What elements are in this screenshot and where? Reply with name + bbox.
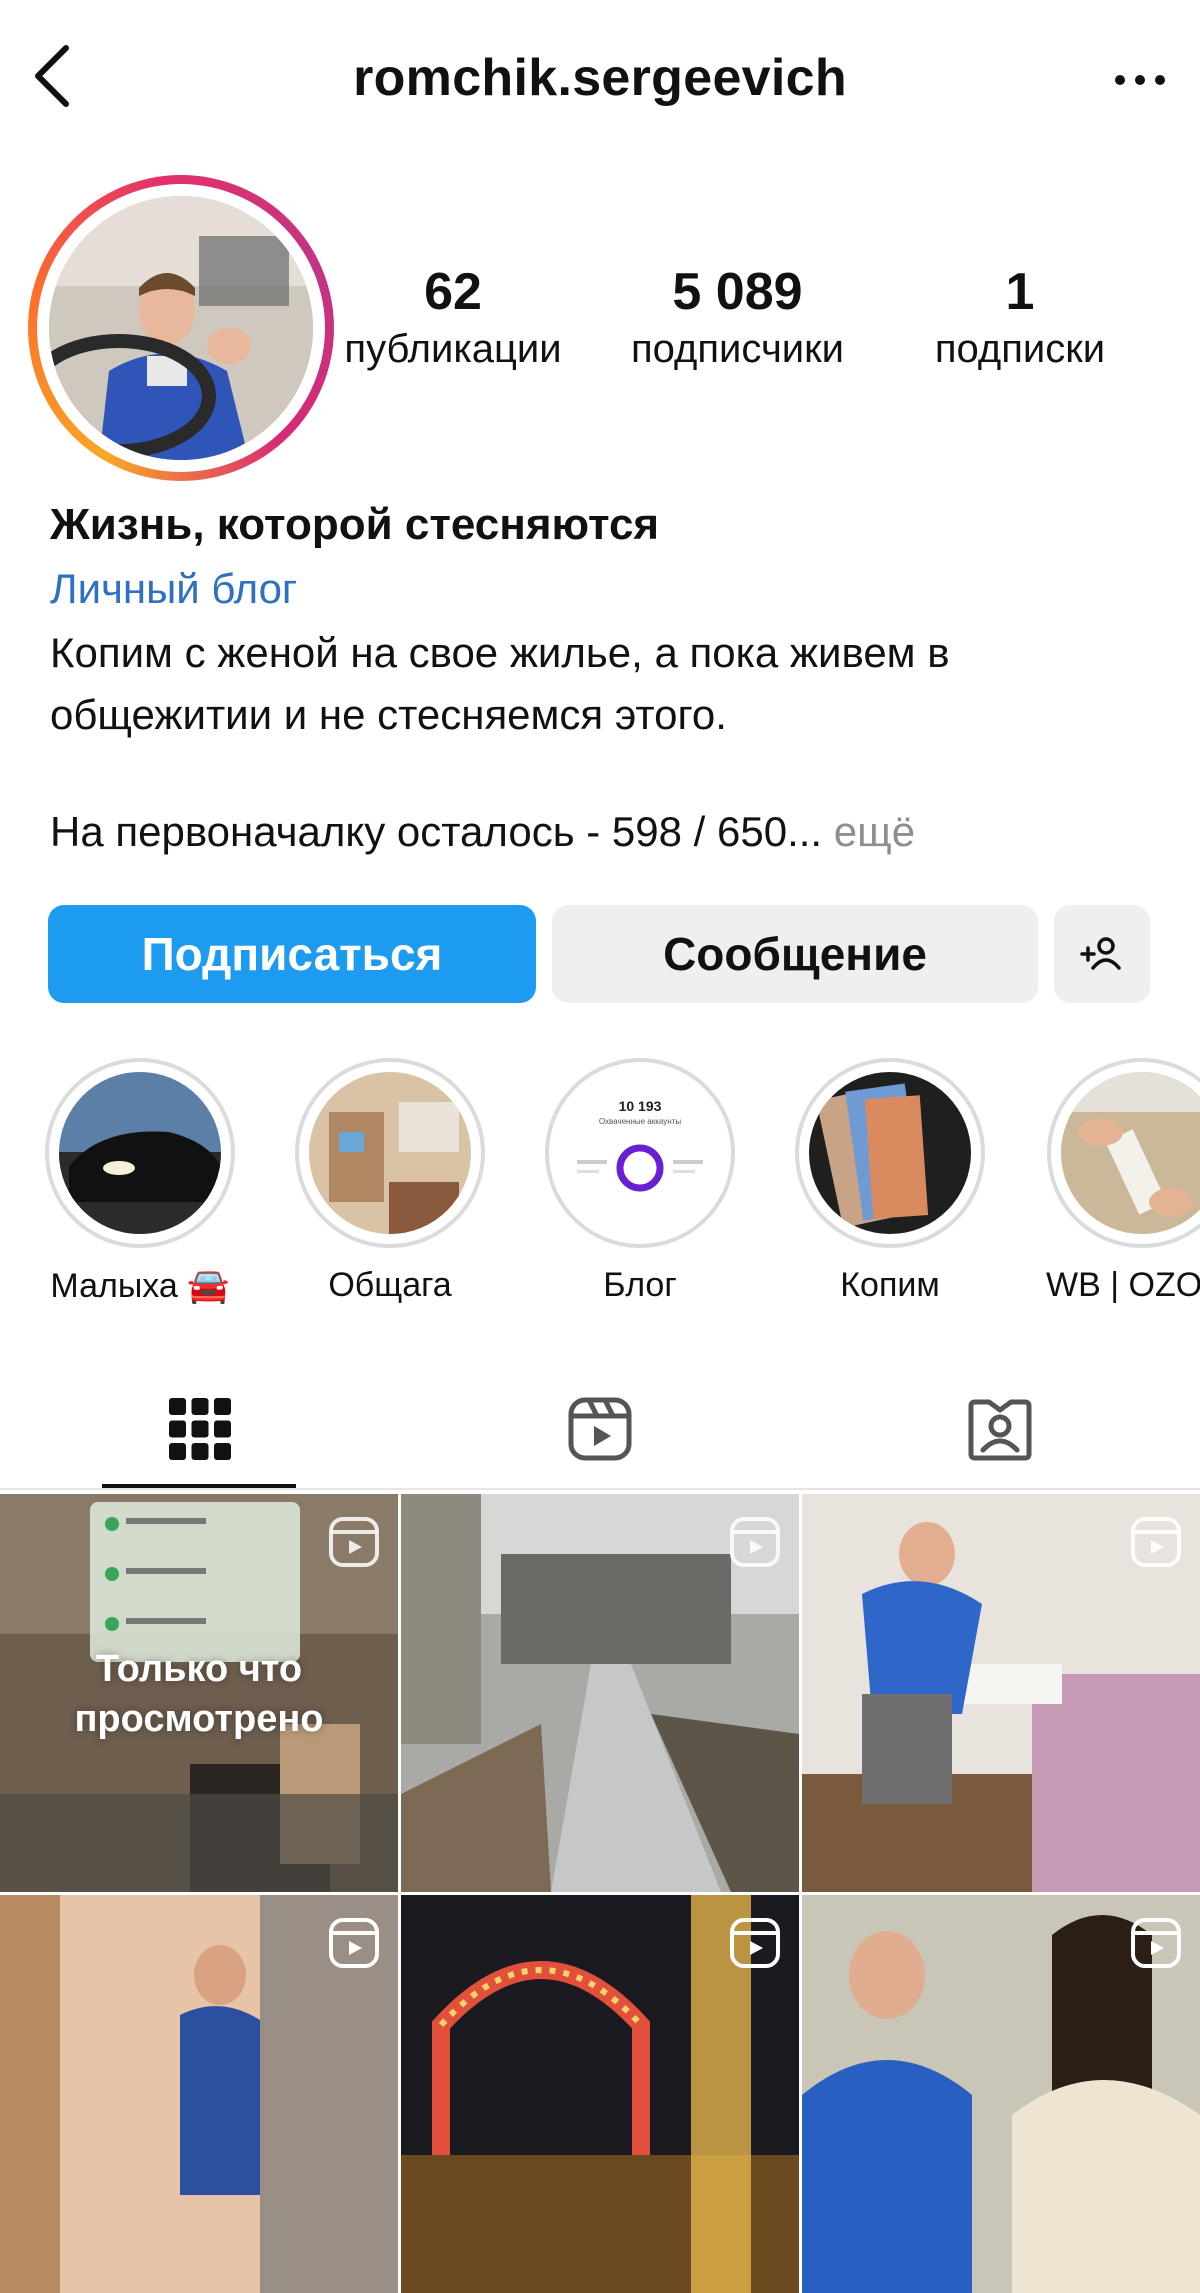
highlight-cover xyxy=(1061,1072,1200,1234)
suggest-users-button[interactable] xyxy=(1054,905,1150,1003)
highlight-obshchaga[interactable]: Общага xyxy=(292,1058,488,1305)
grid-post[interactable]: Только что просмотрено xyxy=(0,1494,398,1892)
grid-post[interactable] xyxy=(401,1494,799,1892)
grid-post[interactable] xyxy=(802,1494,1200,1892)
posts-count[interactable]: 62 публикации xyxy=(330,262,576,376)
posts-count-value: 62 xyxy=(424,263,482,321)
highlight-cover xyxy=(809,1072,971,1234)
highlight-label: Малыха 🚘 xyxy=(50,1267,230,1305)
tab-posts-grid[interactable] xyxy=(0,1370,400,1488)
tab-tagged[interactable] xyxy=(800,1370,1200,1488)
grid-post[interactable] xyxy=(401,1895,799,2293)
grid-post[interactable] xyxy=(802,1895,1200,2293)
profile-bio-line: На первоначалку осталось - 598 / 650... … xyxy=(50,808,915,856)
tabs-divider xyxy=(0,1488,1200,1490)
highlight-blog[interactable]: 10 193 Охваченные аккаунты Блог xyxy=(542,1058,738,1305)
posts-count-label: публикации xyxy=(344,327,562,371)
highlight-label: Блог xyxy=(603,1266,677,1304)
profile-bio-line-text: На первоначалку осталось - 598 / 650... xyxy=(50,808,823,855)
following-count[interactable]: 1 подписки xyxy=(900,262,1140,376)
highlight-cover: 10 193 Охваченные аккаунты xyxy=(559,1072,721,1234)
viewed-overlay: Только что просмотрено xyxy=(0,1644,398,1744)
profile-tabs xyxy=(0,1370,1200,1490)
reels-icon xyxy=(1131,1918,1181,1968)
follow-button[interactable]: Подписаться xyxy=(48,905,536,1003)
highlight-label: Общага xyxy=(328,1266,452,1304)
highlight-wb-ozon[interactable]: WB | OZO xyxy=(1042,1058,1200,1305)
reels-icon xyxy=(329,1517,379,1567)
highlight-cover xyxy=(309,1072,471,1234)
reels-icon xyxy=(568,1397,632,1461)
reels-icon xyxy=(730,1918,780,1968)
avatar-photo-illustration xyxy=(49,196,313,460)
more-horizontal-icon xyxy=(1115,75,1165,85)
more-button[interactable] xyxy=(1110,52,1170,102)
avatar xyxy=(49,196,313,460)
profile-category[interactable]: Личный блог xyxy=(50,565,297,613)
message-button[interactable]: Сообщение xyxy=(552,905,1038,1003)
followers-count[interactable]: 5 089 подписчики xyxy=(605,262,870,376)
highlight-cover xyxy=(59,1072,221,1234)
profile-display-name: Жизнь, которой стесняются xyxy=(50,500,660,549)
highlight-kopim[interactable]: Копим xyxy=(792,1058,988,1305)
following-count-value: 1 xyxy=(1005,263,1035,321)
highlight-label: Копим xyxy=(840,1266,940,1304)
highlight-malykha[interactable]: Малыха 🚘 xyxy=(42,1058,238,1306)
grid-icon xyxy=(169,1398,231,1460)
following-count-label: подписки xyxy=(934,327,1106,371)
reels-icon xyxy=(329,1918,379,1968)
profile-username: romchik.sergeevich xyxy=(353,49,847,107)
reels-icon xyxy=(730,1517,780,1567)
reels-icon xyxy=(1131,1517,1181,1567)
bio-more-link[interactable]: ещё xyxy=(822,808,915,855)
avatar-story-ring[interactable] xyxy=(28,175,334,481)
followers-count-label: подписчики xyxy=(631,327,844,371)
tab-reels[interactable] xyxy=(400,1370,800,1488)
viewed-overlay-line2: просмотрено xyxy=(74,1698,324,1740)
profile-bio-text: Копим с женой на свое жилье, а пока живе… xyxy=(50,629,950,738)
highlight-label: WB | OZO xyxy=(1046,1266,1200,1304)
grid-post[interactable] xyxy=(0,1895,398,2293)
add-person-icon xyxy=(1080,937,1121,970)
viewed-overlay-line1: Только что xyxy=(95,1648,303,1690)
tagged-icon xyxy=(968,1399,1032,1461)
followers-count-value: 5 089 xyxy=(672,263,803,321)
